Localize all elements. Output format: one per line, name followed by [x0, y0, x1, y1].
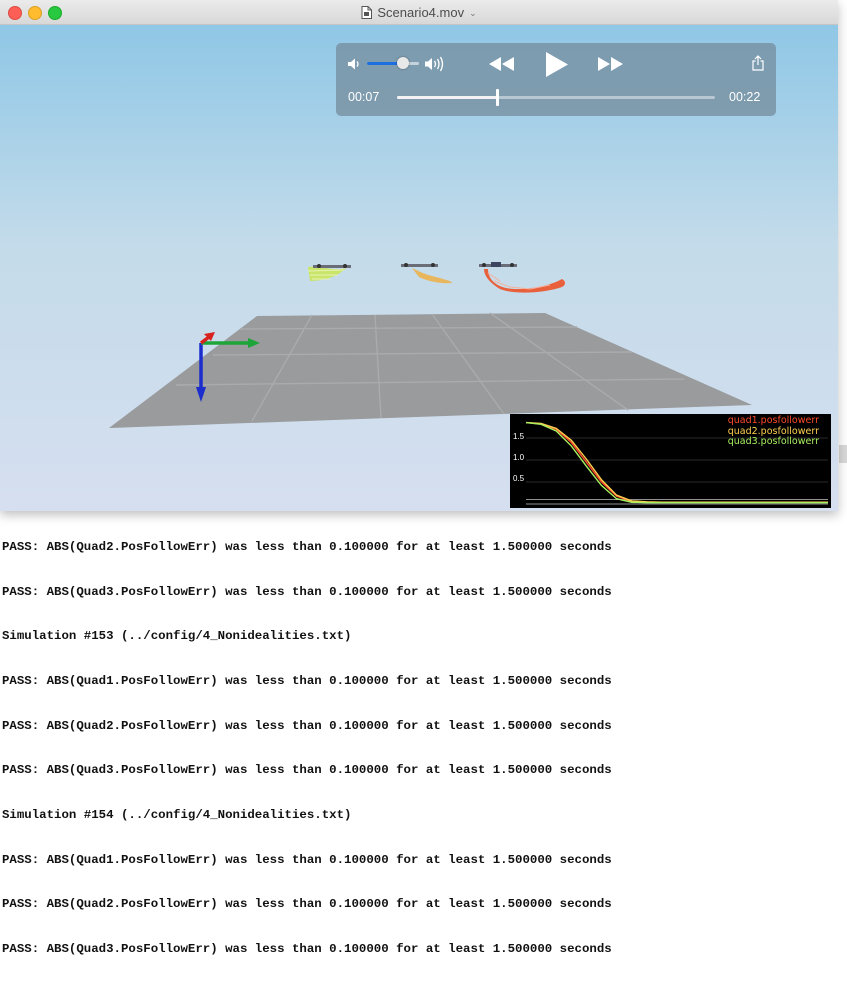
ground-plane: [109, 313, 752, 428]
terminal-line: PASS: ABS(Quad1.PosFollowErr) was less t…: [2, 673, 612, 688]
volume-slider[interactable]: [367, 57, 419, 69]
share-icon[interactable]: [751, 55, 765, 71]
terminal-line: PASS: ABS(Quad3.PosFollowErr) was less t…: [2, 942, 612, 957]
terminal-line: Simulation #154 (../config/4_Nonidealiti…: [2, 808, 352, 823]
fast-forward-icon[interactable]: [597, 56, 624, 72]
plot-legend: quad1.posfollowerr quad2.posfollowerr qu…: [727, 415, 819, 448]
speaker-high-icon[interactable]: [424, 56, 446, 72]
movie-file-icon: [361, 5, 373, 19]
progress-scrubber[interactable]: [397, 89, 715, 106]
quad2-trajectory: [401, 263, 452, 284]
volume-slider-knob[interactable]: [397, 57, 410, 69]
current-time: 00:07: [348, 90, 380, 104]
window-title[interactable]: Scenario4.mov: [377, 5, 464, 20]
y-tick-label: 0.5: [513, 474, 525, 483]
legend-entry-quad1: quad1.posfollowerr: [727, 415, 819, 426]
terminal-scrollbar[interactable]: [839, 445, 847, 463]
terminal-line: PASS: ABS(Quad1.PosFollowErr) was less t…: [2, 852, 612, 867]
terminal-line: PASS: ABS(Quad2.PosFollowErr) was less t…: [2, 897, 612, 912]
total-time: 00:22: [729, 90, 761, 104]
video-player-window: Scenario4.mov ⌄ 1.5 1.0 0.5 quad1.posfol…: [0, 0, 838, 511]
quad1-trajectory: [479, 262, 565, 293]
y-tick-label: 1.5: [513, 432, 525, 441]
quad3-trajectory: [307, 264, 351, 281]
chevron-down-icon[interactable]: ⌄: [469, 8, 477, 19]
error-plot-panel: 1.5 1.0 0.5 quad1.posfollowerr quad2.pos…: [510, 414, 831, 508]
play-icon[interactable]: [544, 51, 569, 78]
y-tick-label: 1.0: [513, 453, 525, 462]
terminal-line: PASS: ABS(Quad2.PosFollowErr) was less t…: [2, 718, 612, 733]
legend-entry-quad3: quad3.posfollowerr: [727, 436, 819, 447]
terminal-output: PASS: ABS(Quad2.PosFollowErr) was less t…: [2, 510, 847, 987]
terminal-line: PASS: ABS(Quad3.PosFollowErr) was less t…: [2, 763, 612, 778]
terminal-line: Simulation #153 (../config/4_Nonidealiti…: [2, 629, 352, 644]
terminal-line: PASS: ABS(Quad2.PosFollowErr) was less t…: [2, 539, 612, 554]
playback-controls: 00:07 00:22: [336, 43, 776, 116]
title-bar[interactable]: Scenario4.mov ⌄: [0, 0, 838, 25]
terminal-line: PASS: ABS(Quad3.PosFollowErr) was less t…: [2, 584, 612, 599]
rewind-icon[interactable]: [488, 56, 515, 72]
speaker-low-icon[interactable]: [347, 57, 361, 71]
playhead[interactable]: [496, 89, 500, 106]
